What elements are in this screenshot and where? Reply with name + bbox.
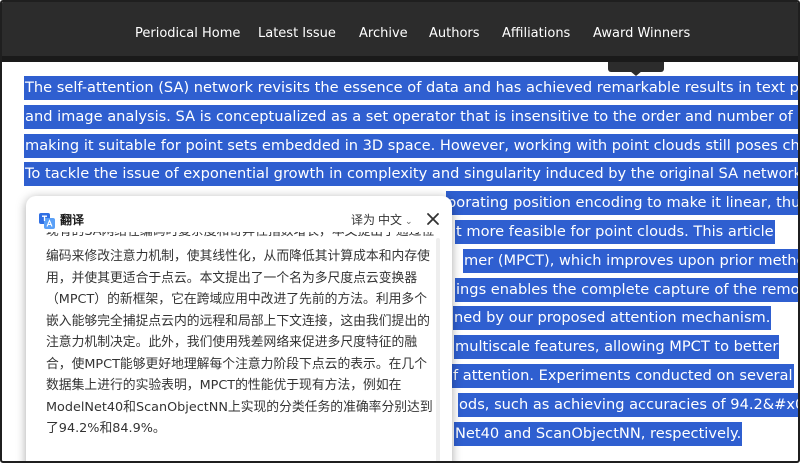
nav-latest-issue[interactable]: Latest Issue bbox=[258, 25, 336, 43]
translation-result: 现有的SA网络在编码时复杂度和奇异性指数增长，本文提出了通过位置编 编码来修改注… bbox=[46, 232, 434, 461]
nav-affiliations[interactable]: Affiliations bbox=[502, 25, 570, 43]
translation-popup: 翻译 译为 中文⌄ 现有的SA网络在编码时复杂度和奇异性指数增长，本文提出了通过… bbox=[26, 196, 452, 461]
popup-title: 翻译 bbox=[60, 213, 85, 227]
target-language-select[interactable]: 中文 ⌄ bbox=[378, 211, 413, 231]
abstract-line: and image analysis. SA is conceptualized… bbox=[24, 102, 798, 131]
abstract-line: The self-attention (SA) network revisits… bbox=[24, 73, 798, 102]
chevron-down-icon: ⌄ bbox=[405, 217, 413, 227]
translation-line: ModelNet40和ScanObjectNN上实现的分类任务的准确率分别达到 bbox=[46, 399, 433, 415]
nav-dropdown-indicator bbox=[608, 62, 664, 76]
abstract-line: making it suitable for point sets embedd… bbox=[24, 131, 798, 160]
translation-line: 嵌入能够完全捕捉点云内的远程和局部上下文连接，这由我们提出的 bbox=[46, 313, 430, 329]
target-language-label: 译为 bbox=[351, 213, 376, 227]
abstract-line: To tackle the issue of exponential growt… bbox=[24, 159, 798, 188]
translation-line: 了94.2%和84.9%。 bbox=[46, 421, 166, 436]
nav-award-winners[interactable]: Award Winners bbox=[593, 25, 690, 43]
translation-line: 用，并使其更适合于点云。本文提出了一个名为多尺度点云变换器 bbox=[46, 270, 418, 286]
close-icon[interactable] bbox=[424, 210, 442, 228]
translation-line: 数据集上进行的实验表明，MPCT的性能优于现有方法，例如在 bbox=[46, 378, 402, 393]
popup-scrollbar[interactable] bbox=[436, 238, 440, 461]
nav-authors[interactable]: Authors bbox=[429, 25, 480, 43]
nav-periodical-home[interactable]: Periodical Home bbox=[135, 25, 240, 43]
translation-line: （MPCT）的新框架，它在跨域应用中改进了先前的方法。利用多个 bbox=[46, 292, 428, 307]
translate-logo-icon bbox=[39, 213, 55, 229]
translation-line-partial: 现有的SA网络在编码时复杂度和奇异性指数增长，本文提出了通过位置编 bbox=[46, 232, 434, 246]
top-navigation-bar: Periodical Home Latest Issue Archive Aut… bbox=[2, 2, 798, 62]
browser-viewport: Periodical Home Latest Issue Archive Aut… bbox=[0, 0, 800, 463]
translation-line: 编码来修改注意力机制，使其线性化，从而降低其计算成本和内存使 bbox=[46, 249, 430, 264]
translation-line: 注意力机制决定。此外，我们使用残差网络来促进多尺度特征的融 bbox=[46, 335, 418, 350]
nav-archive[interactable]: Archive bbox=[359, 25, 408, 43]
target-language-value: 中文 bbox=[378, 213, 403, 227]
translation-line: 合，使MPCT能够更好地理解每个注意力阶段下点云的表示。在几个 bbox=[46, 356, 428, 372]
